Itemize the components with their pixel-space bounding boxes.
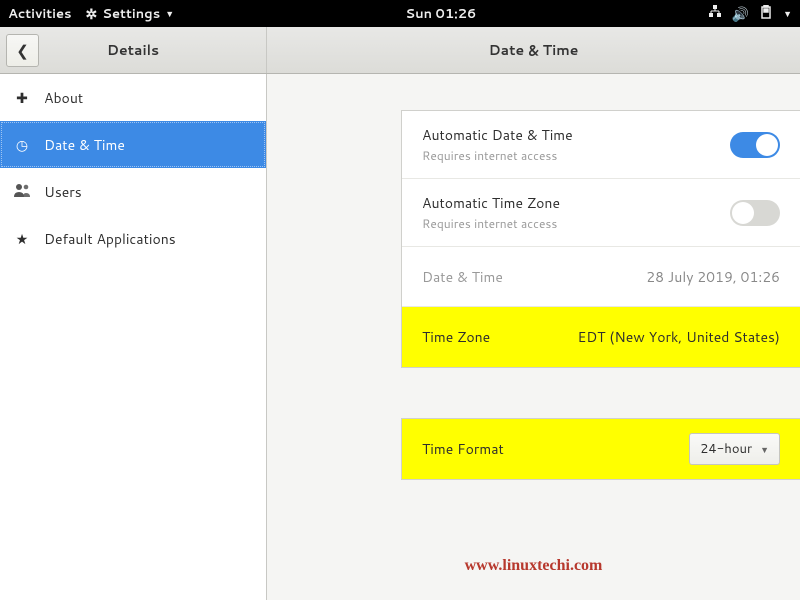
star-icon: ★: [14, 229, 30, 249]
activities-button[interactable]: Activities: [8, 5, 72, 23]
row-subtitle: Requires internet access: [422, 147, 730, 164]
plus-icon: ✚: [14, 88, 30, 108]
settings-group-format: Time Format 24-hour ▼: [401, 418, 800, 480]
row-auto-datetime: Automatic Date & Time Requires internet …: [402, 111, 800, 179]
sidebar-item-label: Date & Time: [44, 135, 125, 155]
gear-icon: ✲: [86, 4, 98, 24]
sidebar-item-about[interactable]: ✚ About: [0, 74, 266, 121]
app-menu[interactable]: ✲ Settings ▼: [86, 4, 175, 24]
chevron-left-icon: ❮: [16, 40, 29, 61]
power-icon[interactable]: [759, 4, 773, 24]
window-header: ❮ Details Date & Time: [0, 27, 800, 74]
volume-icon[interactable]: 🔊: [732, 4, 749, 24]
main-panel: Automatic Date & Time Requires internet …: [267, 74, 800, 600]
app-menu-label: Settings: [102, 5, 160, 23]
sidebar-item-label: Default Applications: [44, 229, 176, 249]
settings-group-auto: Automatic Date & Time Requires internet …: [401, 110, 800, 368]
sidebar-item-datetime[interactable]: ◷ Date & Time: [0, 121, 266, 168]
toggle-auto-timezone[interactable]: [730, 200, 780, 226]
row-label: Date & Time: [422, 267, 646, 287]
combo-value: 24-hour: [700, 440, 752, 458]
network-icon[interactable]: [708, 4, 722, 24]
row-subtitle: Requires internet access: [422, 215, 730, 232]
row-value: 28 July 2019, 01:26: [646, 267, 780, 287]
row-label: Time Format: [422, 439, 689, 459]
timeformat-combo[interactable]: 24-hour ▼: [689, 433, 780, 465]
gnome-topbar: Activities ✲ Settings ▼ Sun 01:26 🔊 ▼: [0, 0, 800, 27]
row-timeformat: Time Format 24-hour ▼: [402, 419, 800, 479]
page-title: Date & Time: [267, 40, 800, 60]
system-menu-arrow[interactable]: ▼: [783, 7, 792, 20]
sidebar-item-label: About: [44, 88, 83, 108]
toggle-auto-datetime[interactable]: [730, 132, 780, 158]
sidebar-item-label: Users: [44, 182, 82, 202]
watermark: www.linuxtechi.com: [267, 557, 800, 575]
row-auto-timezone: Automatic Time Zone Requires internet ac…: [402, 179, 800, 247]
row-timezone[interactable]: Time Zone EDT (New York, United States): [402, 307, 800, 367]
sidebar-title: Details: [0, 40, 266, 60]
row-title: Automatic Time Zone: [422, 193, 730, 213]
sidebar: ✚ About ◷ Date & Time Users ★ Default Ap…: [0, 74, 267, 600]
chevron-down-icon: ▼: [760, 443, 769, 456]
row-datetime[interactable]: Date & Time 28 July 2019, 01:26: [402, 247, 800, 307]
toggle-knob: [732, 202, 754, 224]
sidebar-item-default-apps[interactable]: ★ Default Applications: [0, 215, 266, 262]
clock-icon: ◷: [14, 135, 30, 155]
row-label: Time Zone: [422, 327, 577, 347]
sidebar-item-users[interactable]: Users: [0, 168, 266, 215]
users-icon: [14, 182, 30, 202]
back-button[interactable]: ❮: [6, 34, 39, 67]
toggle-knob: [756, 134, 778, 156]
row-title: Automatic Date & Time: [422, 125, 730, 145]
clock[interactable]: Sun 01:26: [174, 5, 708, 23]
row-value: EDT (New York, United States): [577, 327, 780, 347]
chevron-down-icon: ▼: [165, 7, 174, 20]
